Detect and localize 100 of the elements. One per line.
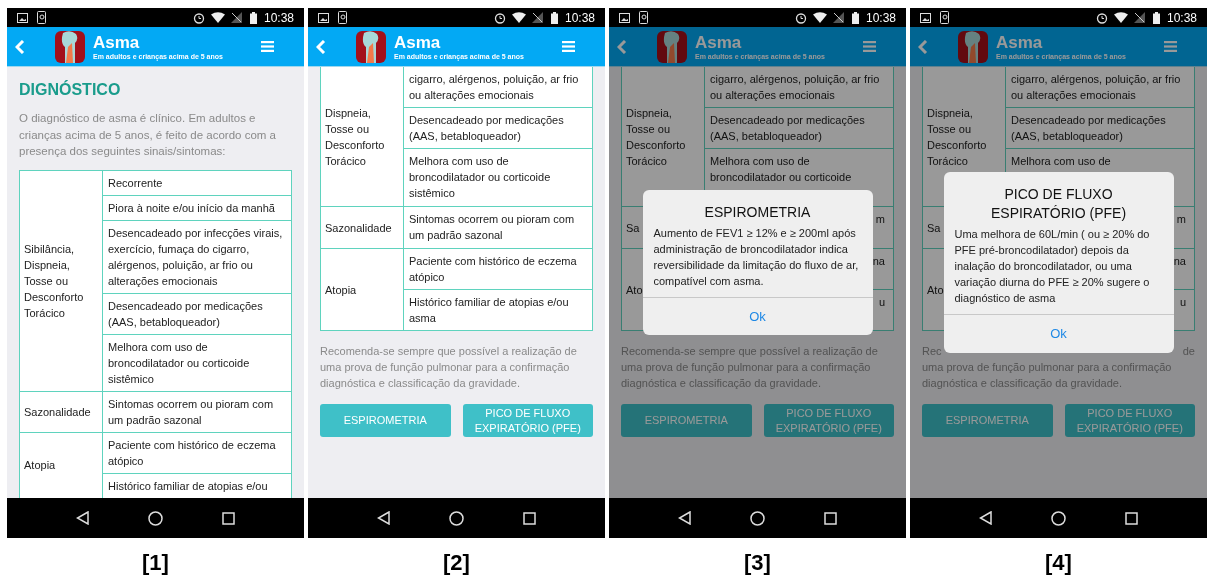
table-cell-text: Atopia (325, 282, 357, 298)
wifi-icon (210, 12, 225, 23)
wifi-icon (1113, 12, 1128, 23)
phone-icon (37, 11, 46, 24)
table-cell-text: Sibilância, Dispneia, Tosse ou Desconforto Torácico (24, 241, 85, 321)
clock-time: 10:38 (263, 9, 294, 27)
table-cell: Melhora com uso de broncodilatador ou corticoide sistêmico (409, 155, 551, 199)
recommendation-text: de (1182, 344, 1195, 359)
recommendation-text: Recomenda-se sempre que possível a realização de uma prova de função pulmonar para a confirmação diagnóstica e classificação da gravidade. (621, 344, 879, 391)
table-cell-text: Atopia (24, 458, 56, 473)
dialog-title: PICO DE FLUXO ESPIRATÓRIO (PFE) (989, 185, 1128, 224)
intro-text: O diagnóstico de asma é clínico. Em adultos e crianças acima de 5 anos, é feito de acordo com a presença dos seguintes sinais/sintomas: (19, 111, 277, 159)
table-cell: cigarro, alérgenos, poluição, ar frio ou alterações emocionais (1011, 73, 1181, 101)
no-signal-icon (230, 12, 242, 23)
table-cell: Sintomas ocorrem ou pioram com um padrão sazonal (409, 213, 575, 241)
recents-icon[interactable] (221, 511, 235, 525)
phone-icon (639, 11, 648, 24)
action-button[interactable]: PICO DE FLUXO EXPIRATÓRIO (PFE) (462, 404, 593, 437)
action-button[interactable]: PICO DE FLUXO EXPIRATÓRIO (PFE) (1064, 404, 1195, 437)
recents-icon[interactable] (823, 511, 837, 525)
clock-time: 10:38 (1166, 9, 1197, 27)
table-cell: Histórico familiar de atopias e/ou (108, 479, 268, 492)
recents-icon[interactable] (1124, 511, 1138, 525)
table-cell-text: u (878, 295, 885, 310)
app-title: Asma (93, 33, 141, 51)
action-button[interactable]: ESPIROMETRIA (621, 404, 752, 437)
battery-icon (249, 11, 257, 24)
dialog-title: ESPIROMETRIA (703, 202, 812, 222)
battery-icon (1152, 11, 1160, 24)
table-cell: Paciente com histórico de eczema atópico (409, 255, 577, 283)
table-cell-text: na (872, 254, 885, 269)
table-cell: cigarro, alérgenos, poluição, ar frio ou alterações emocionais (710, 73, 880, 101)
recents-icon[interactable] (522, 511, 536, 525)
table-cell-text: Dispneia, Tosse ou Desconforto Torácico (325, 105, 386, 169)
ok-button[interactable]: Ok (943, 314, 1174, 353)
menu-icon[interactable] (261, 41, 274, 52)
logo (356, 30, 386, 63)
clock-time: 10:38 (865, 9, 896, 27)
back-icon[interactable] (678, 511, 692, 525)
table-cell-text: Ato (927, 282, 944, 298)
home-icon[interactable] (1051, 510, 1066, 526)
battery-icon (851, 11, 859, 24)
phone-icon (940, 11, 949, 24)
action-button[interactable]: ESPIROMETRIA (320, 404, 451, 437)
back-icon[interactable] (979, 511, 993, 525)
wifi-icon (812, 12, 827, 23)
table-cell-text: na (1173, 254, 1186, 269)
phone-icon (338, 11, 347, 24)
home-icon[interactable] (750, 510, 765, 526)
image-icon (17, 12, 28, 23)
table-cell: cigarro, alérgenos, poluição, ar frio ou alterações emocionais (409, 73, 579, 101)
no-signal-icon (531, 12, 543, 23)
screen-label: [4] (1044, 549, 1073, 577)
alarm-icon (1095, 11, 1108, 24)
screen-label: [3] (743, 549, 772, 577)
table-cell: Paciente com histórico de eczema atópico (108, 438, 276, 467)
wifi-icon (511, 12, 526, 23)
menu-icon[interactable] (562, 41, 575, 52)
action-button[interactable]: PICO DE FLUXO EXPIRATÓRIO (PFE) (763, 404, 894, 437)
image-icon (920, 12, 931, 23)
table-cell: Piora à noite e/ou início da manhã (108, 201, 275, 214)
table-cell-text: Dispneia, Tosse ou Desconforto Torácico (626, 105, 687, 169)
table-cell-text: m (1176, 212, 1186, 227)
battery-icon (550, 11, 558, 24)
table-cell-text: m (875, 212, 885, 227)
table-cell-text: Sa (927, 220, 941, 236)
table-cell-text: Ato (626, 282, 643, 298)
table-cell: Melhora com uso de broncodilatador ou corticoide (710, 155, 852, 183)
recommendation-text: Recomenda-se sempre que possível a realização de uma prova de função pulmonar para a confirmação diagnóstica e classificação da gravidade. (320, 344, 578, 391)
logo (657, 30, 687, 63)
app-title: Asma (996, 33, 1044, 51)
home-icon[interactable] (148, 510, 163, 526)
logo (958, 30, 988, 63)
home-icon[interactable] (449, 510, 464, 526)
alarm-icon (192, 11, 205, 24)
ok-button[interactable]: Ok (642, 296, 873, 336)
table-cell: Melhora com uso de broncodilatador ou corticoide sistêmico (108, 340, 250, 385)
table-cell: Recorrente (108, 176, 163, 189)
recommendation-text: Rec (922, 344, 942, 359)
table-cell: Desencadeado por infecções virais, exercício, fumaça do cigarro, alérgenos, poluição, ar frio ou alterações emocionais (108, 226, 283, 287)
dialog-text: Uma melhora de 60L/min ( ou ≥ 20% do PFE pré-broncodilatador) depois da inalação do broncodilatador, ou uma variação diurna do PFE ≥ 20% sugere o diagnóstico de asma (953, 227, 1151, 307)
alarm-icon (794, 11, 807, 24)
screen-label: [1] (141, 549, 170, 577)
table-cell-text: Dispneia, Tosse ou Desconforto Torácico (927, 105, 988, 169)
table-cell-text: Sazonalidade (24, 404, 91, 420)
table-cell: Melhora com uso de (1011, 155, 1111, 167)
image-icon (318, 12, 329, 23)
back-icon[interactable] (377, 511, 391, 525)
back-icon[interactable] (76, 511, 90, 525)
app-title: Asma (695, 33, 743, 51)
table-cell-text: u (1179, 295, 1186, 310)
dialog-text: Aumento de FEV1 ≥ 12% e ≥ 200ml após administração de broncodilatador indica reversibilidade da limitação do fluxo de ar, compatível com asma. (652, 225, 860, 289)
action-button[interactable]: ESPIROMETRIA (922, 404, 1053, 437)
screen-label: [2] (442, 549, 471, 577)
section-heading: DIGNÓSTICO (19, 79, 122, 100)
table-cell: Desencadeado por medicações (AAS, betabloqueador) (1011, 114, 1166, 142)
recommendation-text: uma prova de função pulmonar para a confirmação diagnóstica e classificação da gravidade. (922, 360, 1173, 391)
clock-time: 10:38 (564, 9, 595, 27)
no-signal-icon (832, 12, 844, 23)
app-title: Asma (394, 33, 442, 51)
